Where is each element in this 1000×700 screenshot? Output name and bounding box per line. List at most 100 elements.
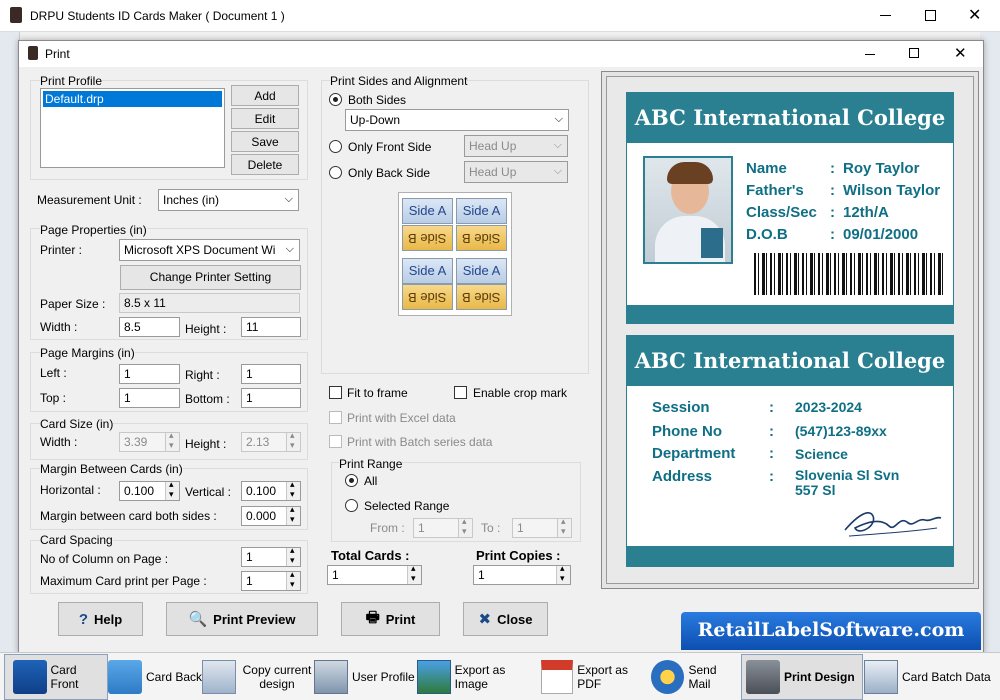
page-properties-legend: Page Properties (in): [40, 223, 147, 237]
back-field-sep: :: [769, 423, 774, 440]
dialog-maximize-icon[interactable]: [909, 48, 919, 58]
send-mail-tool[interactable]: Send Mail: [651, 654, 741, 700]
close-button[interactable]: ✖ Close: [463, 602, 548, 636]
print-preview-label: Print Preview: [213, 611, 296, 627]
both-sides-radio[interactable]: [329, 93, 342, 106]
print-design-label: Print Design: [784, 670, 855, 684]
card-front-tool[interactable]: Card Front: [4, 654, 108, 700]
chevron-down-icon: ⌵: [284, 193, 293, 205]
width-label: Width :: [40, 320, 78, 334]
app-title-bar: DRPU Students ID Cards Maker ( Document …: [0, 0, 1000, 32]
card-back-icon: [108, 660, 142, 694]
magnifier-icon: 🔍: [188, 611, 208, 628]
help-button[interactable]: ? Help: [58, 602, 143, 636]
export-pdf-tool[interactable]: Export as PDF: [541, 654, 651, 700]
back-field-value: (547)123-89xx: [795, 423, 887, 439]
chevron-down-icon: ⌵: [285, 243, 294, 256]
vertical-label: Vertical :: [185, 485, 232, 499]
back-field-label: Address: [652, 468, 713, 485]
user-profile-tool[interactable]: User Profile: [314, 654, 416, 700]
card-batch-tool[interactable]: Card Batch Data: [864, 654, 998, 700]
card-batch-label: Card Batch Data: [902, 670, 991, 684]
user-profile-icon: [314, 660, 348, 694]
card-back-tool[interactable]: Card Back: [108, 654, 202, 700]
crop-mark-label: Enable crop mark: [473, 386, 568, 400]
card-spacing-legend: Card Spacing: [40, 533, 113, 547]
maximize-icon[interactable]: [925, 10, 936, 21]
chevron-down-icon: ⌵: [553, 165, 562, 177]
horizontal-spinner[interactable]: 0.100: [119, 479, 180, 501]
measurement-select[interactable]: Inches (in) ⌵: [158, 189, 299, 211]
brand-text: RetailLabelSoftware.com: [697, 619, 965, 641]
card-size-legend: Card Size (in): [40, 417, 114, 431]
both-sides-margin-spinner[interactable]: 0.000: [241, 504, 301, 526]
side-b-text: Side B: [408, 231, 447, 246]
width-field[interactable]: 8.5: [119, 317, 180, 337]
front-field-sep: :: [830, 204, 835, 221]
export-pdf-label: Export as PDF: [577, 663, 628, 691]
close-icon[interactable]: ✕: [968, 5, 981, 25]
total-cards-spinner[interactable]: 1: [327, 563, 422, 585]
from-value: 1: [418, 521, 425, 535]
top-margin-field[interactable]: 1: [119, 388, 180, 408]
print-button[interactable]: 🖶 Print: [341, 602, 440, 636]
dialog-close-icon[interactable]: ✕: [954, 44, 967, 62]
columns-spinner[interactable]: 1: [241, 545, 301, 567]
printer-select[interactable]: Microsoft XPS Document Wi ⌵: [119, 239, 300, 261]
both-sides-select[interactable]: Up-Down ⌵: [345, 109, 569, 131]
fit-to-frame-checkbox[interactable]: [329, 386, 342, 399]
change-printer-button[interactable]: Change Printer Setting: [120, 265, 301, 290]
excel-checkbox: [329, 411, 342, 424]
pdf-icon: [541, 660, 574, 694]
front-card: ABC International College Name : Roy Tay…: [626, 92, 954, 324]
export-image-tool[interactable]: Export as Image: [417, 654, 541, 700]
max-cards-spinner[interactable]: 1: [241, 569, 301, 591]
crop-mark-checkbox[interactable]: [454, 386, 467, 399]
right-margin-field[interactable]: 1: [241, 364, 301, 384]
both-sides-value: Up-Down: [350, 113, 401, 127]
side-b-box: Side B: [402, 284, 453, 310]
range-selected-radio[interactable]: [345, 499, 358, 512]
edit-profile-button[interactable]: Edit: [231, 108, 299, 129]
profile-list-item[interactable]: Default.drp: [43, 91, 222, 107]
both-sides-label: Both Sides: [348, 93, 407, 107]
range-all-radio[interactable]: [345, 474, 358, 487]
add-profile-button[interactable]: Add: [231, 85, 299, 106]
left-margin-field[interactable]: 1: [119, 364, 180, 384]
card-height-label: Height :: [185, 437, 227, 451]
profile-list[interactable]: Default.drp: [40, 88, 225, 168]
horizontal-value: 0.100: [124, 484, 155, 498]
print-design-tool[interactable]: Print Design: [741, 654, 863, 700]
to-label: To :: [481, 521, 501, 535]
back-only-radio[interactable]: [329, 166, 342, 179]
print-range-legend: Print Range: [339, 457, 403, 471]
front-field-sep: :: [830, 160, 835, 177]
front-field-value: Roy Taylor: [843, 160, 920, 177]
bottom-margin-field[interactable]: 1: [241, 388, 301, 408]
back-field-value: 2023-2024: [795, 399, 862, 415]
front-only-value: Head Up: [469, 139, 517, 153]
height-field[interactable]: 11: [241, 317, 301, 337]
side-b-box: Side B: [456, 284, 507, 310]
dialog-title: Print: [45, 47, 70, 61]
save-profile-button[interactable]: Save: [231, 131, 299, 152]
measurement-label: Measurement Unit :: [37, 193, 142, 207]
minimize-icon[interactable]: [880, 15, 891, 16]
front-field-label: Name: [746, 160, 787, 177]
printer-small-icon: [28, 46, 38, 60]
export-image-label: Export as Image: [454, 663, 506, 691]
front-field-value: 09/01/2000: [843, 226, 919, 243]
mail-icon: [651, 660, 685, 694]
print-preview-button[interactable]: 🔍 Print Preview: [166, 602, 318, 636]
front-only-radio[interactable]: [329, 140, 342, 153]
print-copies-spinner[interactable]: 1: [473, 563, 571, 585]
vertical-spinner[interactable]: 0.100: [241, 479, 301, 501]
dialog-minimize-icon[interactable]: [865, 54, 875, 55]
side-b-box: Side B: [456, 225, 507, 251]
back-field-sep: :: [769, 468, 774, 485]
page-margins-legend: Page Margins (in): [40, 346, 135, 360]
card-batch-icon: [864, 660, 898, 694]
copy-design-tool[interactable]: Copy current design: [202, 654, 314, 700]
delete-profile-button[interactable]: Delete: [231, 154, 299, 175]
height-label: Height :: [185, 322, 227, 336]
